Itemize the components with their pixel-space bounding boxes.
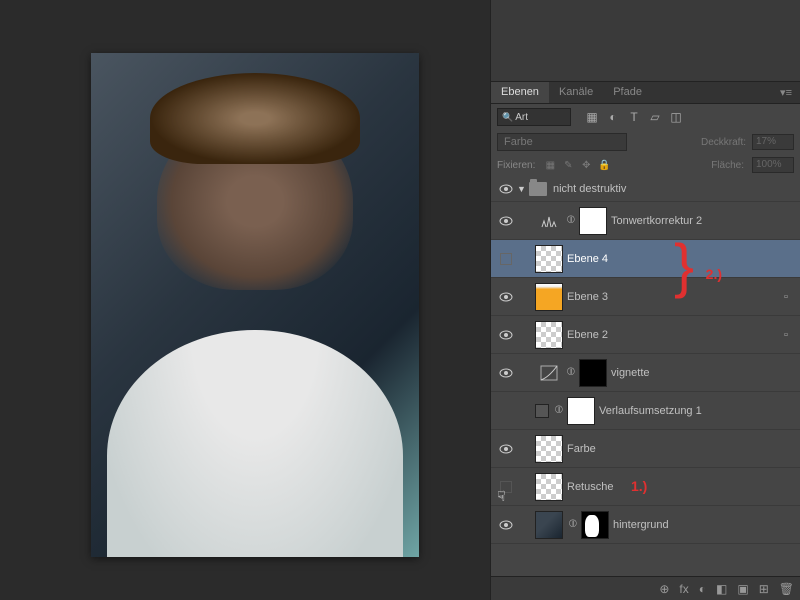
layer-name[interactable]: Ebene 4 xyxy=(567,253,796,265)
layers-panel: Ebenen Kanäle Pfade ▾≡ Art ▦ ◐ T ▱ ◫ Far… xyxy=(490,0,800,600)
link-icon[interactable]: ⦶ xyxy=(567,518,579,531)
layer-ebene-4[interactable]: Ebene 4 } 2.) xyxy=(491,240,800,278)
gradient-map-icon xyxy=(535,404,549,418)
fill-label: Fläche: xyxy=(711,160,744,171)
layer-ebene-2[interactable]: Ebene 2 ▫ xyxy=(491,316,800,354)
canvas-area[interactable] xyxy=(0,0,490,600)
layer-retusche[interactable]: Retusche 1.) ☟ xyxy=(491,468,800,506)
panel-top-spacer xyxy=(491,0,800,82)
layer-name[interactable]: vignette xyxy=(611,367,796,379)
layer-thumbnail[interactable] xyxy=(535,321,563,349)
filter-type-icon[interactable]: T xyxy=(625,109,643,125)
panel-tabs: Ebenen Kanäle Pfade ▾≡ xyxy=(491,82,800,104)
add-mask-icon[interactable]: ◐ xyxy=(699,582,706,596)
layer-thumbnail[interactable] xyxy=(535,473,563,501)
visibility-icon[interactable] xyxy=(499,368,513,378)
layer-name[interactable]: Ebene 3 xyxy=(567,291,776,303)
folder-icon xyxy=(529,182,547,196)
delete-layer-icon[interactable]: 🗑 xyxy=(779,582,794,596)
layer-thumbnail[interactable] xyxy=(535,245,563,273)
layer-name[interactable]: Tonwertkorrektur 2 xyxy=(611,215,796,227)
fx-icon[interactable]: fx xyxy=(679,582,688,596)
visibility-off-icon[interactable] xyxy=(500,253,512,265)
filter-adjust-icon[interactable]: ◐ xyxy=(604,109,622,125)
lock-label: Fixieren: xyxy=(497,160,535,171)
layer-tonwertkorrektur[interactable]: ⦶ Tonwertkorrektur 2 xyxy=(491,202,800,240)
layer-filter-toolbar: Art ▦ ◐ T ▱ ◫ xyxy=(491,104,800,130)
fill-value[interactable]: 100% xyxy=(752,157,794,173)
layers-bottom-bar: ⊕ fx ◐ ◧ ▣ ⊞ 🗑 xyxy=(491,576,800,600)
layer-thumbnail[interactable] xyxy=(535,511,563,539)
lock-row: Fixieren: ▦ ✎ ✥ 🔒 Fläche: 100% xyxy=(491,154,800,176)
tab-kanaele[interactable]: Kanäle xyxy=(549,82,603,103)
layer-name[interactable]: Ebene 2 xyxy=(567,329,776,341)
filter-smart-icon[interactable]: ◫ xyxy=(667,109,685,125)
layer-name[interactable]: Verlaufsumsetzung 1 xyxy=(599,405,796,417)
link-layers-icon[interactable]: ⊕ xyxy=(659,582,669,596)
link-icon[interactable]: ⦶ xyxy=(553,404,565,417)
visibility-icon[interactable] xyxy=(499,216,513,226)
layer-hintergrund[interactable]: ⦶ hintergrund xyxy=(491,506,800,544)
link-icon[interactable]: ⦶ xyxy=(565,366,577,379)
document-image[interactable] xyxy=(91,53,419,557)
cursor-pointer-icon: ☟ xyxy=(497,488,506,505)
mask-thumbnail[interactable] xyxy=(567,397,595,425)
lock-all-icon[interactable]: 🔒 xyxy=(597,160,611,171)
layer-effects-icon[interactable]: ▫ xyxy=(776,291,796,303)
new-layer-icon[interactable]: ⊞ xyxy=(759,582,769,596)
layer-effects-icon[interactable]: ▫ xyxy=(776,329,796,341)
filter-mode-select[interactable]: Art xyxy=(497,108,571,126)
layers-list: ▼ nicht destruktiv ⦶ Tonwertkorrektur 2 … xyxy=(491,176,800,576)
opacity-value[interactable]: 17% xyxy=(752,134,794,150)
layer-vignette[interactable]: ⦶ vignette xyxy=(491,354,800,392)
blend-mode-select[interactable]: Farbe xyxy=(497,133,627,151)
layer-farbe[interactable]: Farbe xyxy=(491,430,800,468)
panel-menu-icon[interactable]: ▾≡ xyxy=(772,82,800,103)
layer-thumbnail[interactable] xyxy=(535,435,563,463)
layer-thumbnail[interactable] xyxy=(535,283,563,311)
filter-pixel-icon[interactable]: ▦ xyxy=(583,109,601,125)
tab-ebenen[interactable]: Ebenen xyxy=(491,82,549,103)
tab-pfade[interactable]: Pfade xyxy=(603,82,652,103)
new-group-icon[interactable]: ▣ xyxy=(737,582,748,596)
mask-thumbnail[interactable] xyxy=(579,207,607,235)
mask-thumbnail[interactable] xyxy=(581,511,609,539)
group-name[interactable]: nicht destruktiv xyxy=(553,183,796,195)
layer-name[interactable]: hintergrund xyxy=(613,519,796,531)
blend-row: Farbe Deckkraft: 17% xyxy=(491,130,800,154)
layer-group[interactable]: ▼ nicht destruktiv xyxy=(491,176,800,202)
visibility-icon[interactable] xyxy=(499,292,513,302)
filter-shape-icon[interactable]: ▱ xyxy=(646,109,664,125)
mask-thumbnail[interactable] xyxy=(579,359,607,387)
link-icon[interactable]: ⦶ xyxy=(565,214,577,227)
new-adjustment-icon[interactable]: ◧ xyxy=(716,582,727,596)
lock-pixels-icon[interactable]: ✎ xyxy=(561,160,575,171)
levels-icon xyxy=(535,207,563,235)
layer-ebene-3[interactable]: Ebene 3 ▫ xyxy=(491,278,800,316)
group-collapse-icon[interactable]: ▼ xyxy=(517,184,529,194)
opacity-label: Deckkraft: xyxy=(701,137,746,148)
lock-transparency-icon[interactable]: ▦ xyxy=(543,160,557,171)
visibility-icon[interactable] xyxy=(499,520,513,530)
visibility-icon[interactable] xyxy=(499,184,513,194)
layer-verlaufsumsetzung[interactable]: ⦶ Verlaufsumsetzung 1 xyxy=(491,392,800,430)
lock-position-icon[interactable]: ✥ xyxy=(579,160,593,171)
layer-name[interactable]: Farbe xyxy=(567,443,796,455)
layer-name[interactable]: Retusche xyxy=(567,481,796,493)
visibility-icon[interactable] xyxy=(499,330,513,340)
visibility-icon[interactable] xyxy=(499,444,513,454)
annotation-1: 1.) xyxy=(631,478,647,494)
curves-icon xyxy=(535,359,563,387)
